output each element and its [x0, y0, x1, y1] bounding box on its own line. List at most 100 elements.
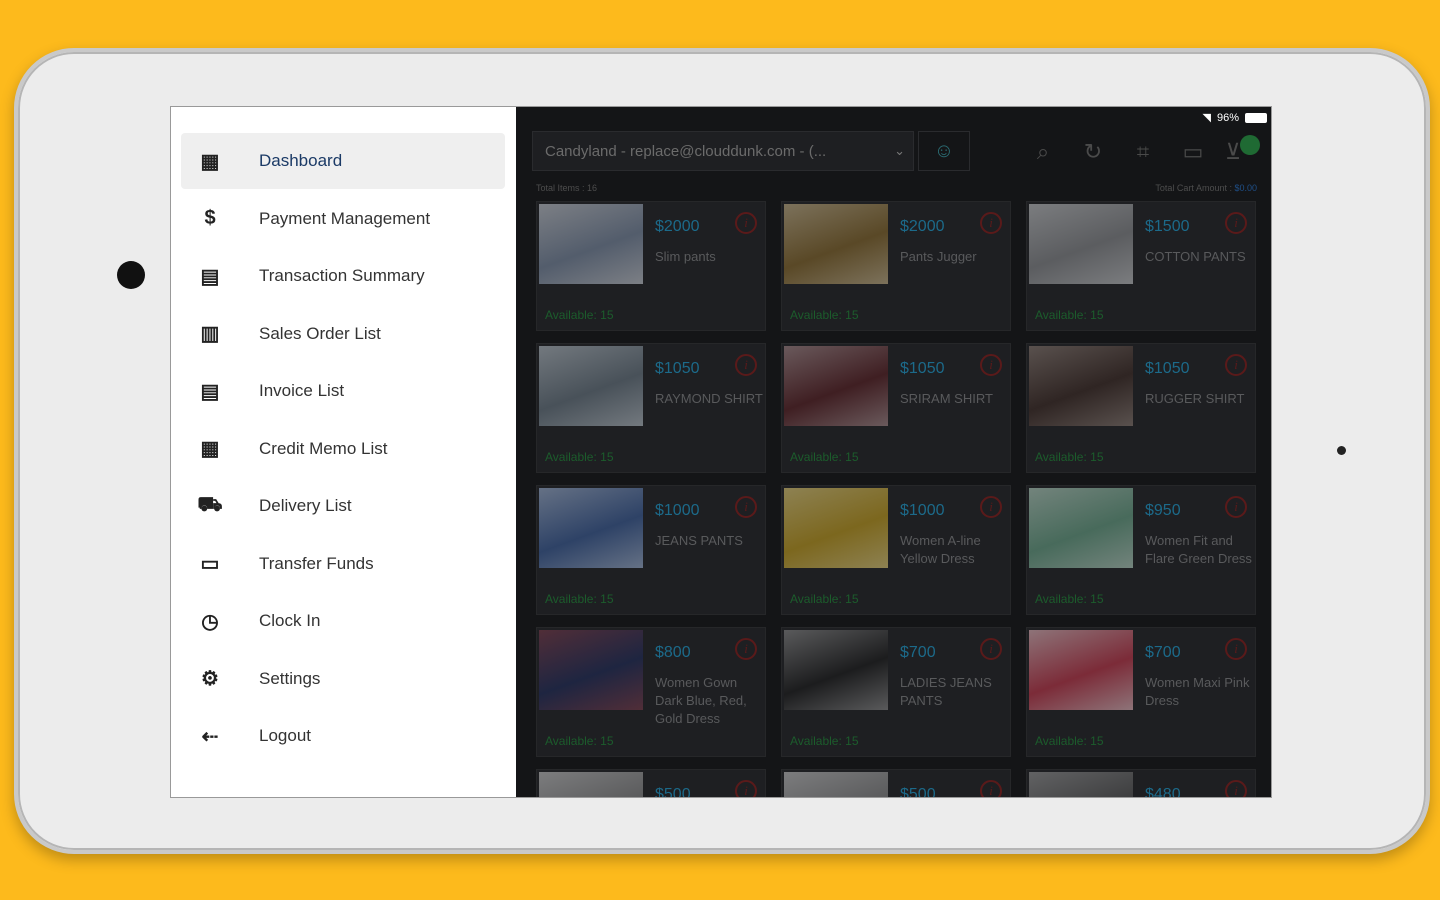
info-icon[interactable]: i: [980, 496, 1002, 518]
scan-button[interactable]: ⌗: [1128, 137, 1158, 167]
product-price: $800: [655, 644, 691, 661]
info-icon[interactable]: i: [1225, 780, 1247, 797]
product-name: JEANS PANTS: [655, 533, 743, 548]
product-price: $950: [1145, 502, 1181, 519]
status-bar: ◥ 96%: [1203, 111, 1267, 124]
product-card[interactable]: $700 i Women Maxi Pink Dress Available: 15: [1026, 627, 1256, 757]
product-price: $480: [1145, 786, 1181, 798]
invoice-icon: ▤: [200, 380, 220, 403]
product-image: [1029, 772, 1133, 797]
refresh-button[interactable]: ↻: [1078, 137, 1108, 167]
product-catalog: ◥ 96% Candyland - replace@clouddunk.com …: [516, 107, 1271, 798]
nav-item-invoice-list[interactable]: ▤ Invoice List: [181, 363, 505, 419]
product-card[interactable]: $1000 i Women A-line Yellow Dress Available…: [781, 485, 1011, 615]
info-icon[interactable]: i: [735, 354, 757, 376]
info-icon[interactable]: i: [1225, 496, 1247, 518]
info-icon[interactable]: i: [1225, 354, 1247, 376]
product-availability: Available: 15: [790, 308, 859, 322]
product-availability: Available: 15: [1035, 592, 1104, 606]
product-price: $1050: [655, 360, 700, 377]
product-price: $1050: [900, 360, 945, 377]
nav-item-label: Transaction Summary: [259, 266, 425, 285]
product-card[interactable]: $1000 i JEANS PANTS Available: 15: [536, 485, 766, 615]
nav-item-label: Dashboard: [259, 151, 343, 170]
book-icon: ▭: [1182, 139, 1204, 164]
product-availability: Available: 15: [1035, 450, 1104, 464]
product-image: [1029, 488, 1133, 568]
product-card[interactable]: $950 i Women Fit and Flare Green Dress Avai…: [1026, 485, 1256, 615]
product-image: [539, 204, 643, 284]
product-card[interactable]: $480 i: [1026, 769, 1256, 798]
product-card[interactable]: $800 i Women Gown Dark Blue, Red, Gold Dre…: [536, 627, 766, 757]
nav-item-label: Sales Order List: [259, 323, 381, 343]
gear-icon: ⚙: [201, 668, 219, 690]
product-card[interactable]: $2000 i Slim pants Available: 15: [536, 201, 766, 331]
product-image: [539, 346, 643, 426]
product-image: [784, 630, 888, 710]
chevron-down-icon: ⌄: [894, 143, 905, 158]
product-availability: Available: 15: [545, 450, 614, 464]
nav-item-credit-memo-list[interactable]: ▦ Credit Memo List: [181, 421, 505, 477]
info-icon[interactable]: i: [735, 212, 757, 234]
nav-item-logout[interactable]: ⇠ Logout: [181, 708, 505, 764]
product-name: Pants Jugger: [900, 249, 977, 264]
product-card[interactable]: $2000 i Pants Jugger Available: 15: [781, 201, 1011, 331]
product-card[interactable]: $500 i: [781, 769, 1011, 797]
total-cart-amount: Total Cart Amount : $0.00: [1155, 183, 1257, 193]
nav-item-transaction-summary[interactable]: ▤ Transaction Summary: [181, 248, 505, 304]
product-availability: Available: 15: [790, 450, 859, 464]
product-card[interactable]: $1050 i RAYMOND SHIRT Available: 15: [536, 343, 766, 473]
product-image: [784, 346, 888, 426]
camera-lens: [117, 261, 145, 289]
nav-item-sales-order-list[interactable]: ▥ Sales Order List: [181, 306, 505, 362]
nav-item-delivery-list[interactable]: ⛟ Delivery List: [181, 478, 505, 534]
product-card[interactable]: $500 i: [536, 769, 766, 797]
product-card[interactable]: $1050 i SRIRAM SHIRT Available: 15: [781, 343, 1011, 473]
document-icon: ▤: [200, 265, 220, 288]
nav-item-label: Payment Management: [259, 208, 431, 228]
memo-icon: ▦: [200, 438, 220, 460]
product-card[interactable]: $1500 i COTTON PANTS Available: 15: [1026, 201, 1256, 331]
product-image: [1029, 204, 1133, 284]
info-icon[interactable]: i: [735, 496, 757, 518]
product-name: RUGGER SHIRT: [1145, 391, 1245, 406]
catalog-button[interactable]: ▭: [1178, 137, 1208, 167]
product-name: Women Fit and Flare Green Dress: [1145, 533, 1252, 566]
info-icon[interactable]: i: [980, 780, 1002, 797]
battery-icon: [1245, 112, 1267, 123]
product-name: RAYMOND SHIRT: [655, 391, 763, 406]
info-icon[interactable]: i: [980, 354, 1002, 376]
product-price: $700: [1145, 644, 1181, 661]
product-image: [539, 630, 643, 710]
info-icon[interactable]: i: [1225, 212, 1247, 234]
product-availability: Available: 15: [1035, 308, 1104, 322]
customer-button[interactable]: ☺: [918, 131, 970, 171]
info-icon[interactable]: i: [1225, 638, 1247, 660]
customer-select[interactable]: Candyland - replace@clouddunk.com - (...…: [532, 131, 914, 171]
nav-item-clock-in[interactable]: ◷ Clock In: [181, 593, 505, 649]
sensor-dot: [1337, 446, 1346, 455]
nav-item-payment-management[interactable]: $ Payment Management: [181, 191, 505, 247]
nav-item-label: Settings: [259, 668, 321, 688]
product-availability: Available: 15: [1035, 734, 1104, 748]
nav-item-settings[interactable]: ⚙ Settings: [181, 651, 505, 707]
product-card[interactable]: $1050 i RUGGER SHIRT Available: 15: [1026, 343, 1256, 473]
user-icon: ☺: [933, 139, 955, 162]
top-toolbar: Candyland - replace@clouddunk.com - (...…: [532, 131, 1267, 175]
info-icon[interactable]: i: [980, 212, 1002, 234]
search-button[interactable]: ⌕: [1028, 137, 1058, 167]
product-card[interactable]: $700 i LADIES JEANS PANTS Available: 15: [781, 627, 1011, 757]
nav-item-label: Clock In: [259, 611, 321, 630]
product-availability: Available: 15: [545, 734, 614, 748]
info-icon[interactable]: i: [735, 780, 757, 797]
nav-item-label: Logout: [259, 726, 311, 745]
clock-icon: ◷: [201, 610, 219, 633]
product-price: $700: [900, 644, 936, 661]
refresh-icon: ↻: [1083, 139, 1103, 164]
info-icon[interactable]: i: [735, 638, 757, 660]
product-image: [784, 204, 888, 284]
info-icon[interactable]: i: [980, 638, 1002, 660]
cart-badge: [1240, 135, 1260, 155]
nav-item-transfer-funds[interactable]: ▭ Transfer Funds: [181, 536, 505, 592]
nav-item-dashboard[interactable]: ▦ Dashboard: [181, 133, 505, 189]
